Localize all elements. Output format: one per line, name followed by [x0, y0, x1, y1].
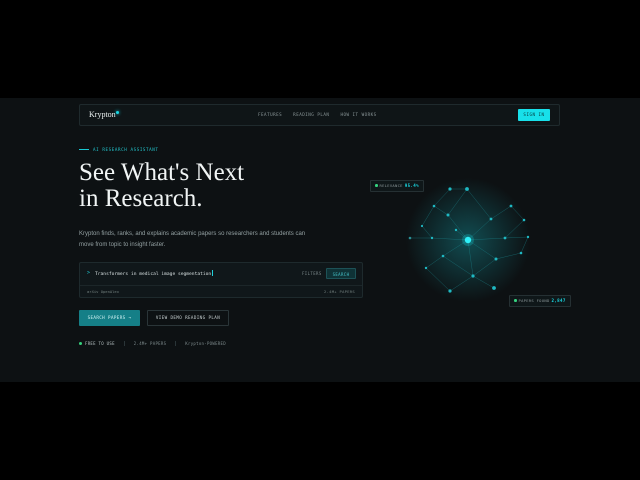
network-visualization: RELEVANCE 95.4% PAPERS FOUND 2,847: [370, 158, 571, 318]
nav-link-how-it-works[interactable]: HOW IT WORKS: [340, 112, 376, 117]
search-row: > Transformers in medical image segmenta…: [80, 263, 362, 286]
page-title: See What's Next in Research.: [79, 160, 244, 212]
nav-link-features[interactable]: FEATURES: [258, 112, 282, 117]
relevance-label: RELEVANCE: [379, 183, 403, 188]
meta-powered: Krypton-POWERED: [185, 341, 226, 346]
search-sources: arXiv OpenAlex: [87, 289, 120, 294]
headline-line-2: in Research.: [79, 185, 203, 212]
logo-dot-icon: [116, 111, 119, 114]
paper-count: 2.4M+ PAPERS: [323, 289, 355, 294]
sign-in-button[interactable]: SIGN IN: [518, 109, 550, 121]
papers-found-label: PAPERS FOUND: [518, 298, 550, 303]
meta-free: FREE TO USE: [85, 341, 115, 346]
headline-line-1: See What's Next: [79, 159, 245, 186]
hero-section: Krypton FEATURES READING PLAN HOW IT WOR…: [0, 98, 640, 382]
search-box: > Transformers in medical image segmenta…: [79, 262, 363, 298]
search-button[interactable]: SEARCH: [326, 268, 356, 279]
search-papers-button[interactable]: SEARCH PAPERS →: [79, 310, 140, 326]
divider: [123, 341, 125, 346]
status-dot-icon: [79, 342, 82, 345]
top-nav: Krypton FEATURES READING PLAN HOW IT WOR…: [79, 104, 560, 126]
view-demo-button[interactable]: VIEW DEMO READING PLAN: [147, 310, 229, 326]
center-node: [464, 236, 472, 244]
nav-link-reading-plan[interactable]: READING PLAN: [293, 112, 329, 117]
meta-row: FREE TO USE 2.4M+ PAPERS Krypton-POWERED: [79, 341, 226, 346]
status-dot-icon: [514, 299, 517, 302]
relevance-badge: RELEVANCE 95.4%: [370, 180, 424, 192]
status-dot-icon: [375, 184, 378, 187]
hero-subtitle: Krypton finds, ranks, and explains acade…: [79, 231, 306, 248]
search-input[interactable]: Transformers in medical image segmentati…: [95, 270, 214, 277]
eyebrow-line: [79, 149, 89, 150]
prompt-icon: >: [87, 270, 91, 276]
papers-found-badge: PAPERS FOUND 2,847: [509, 295, 571, 307]
relevance-value: 95.4%: [404, 183, 419, 188]
nav-links: FEATURES READING PLAN HOW IT WORKS: [258, 112, 377, 117]
logo[interactable]: Krypton: [89, 110, 116, 119]
divider: [175, 341, 177, 346]
text-caret: [212, 270, 214, 276]
search-query: Transformers in medical image segmentati…: [95, 272, 212, 277]
filters-button[interactable]: FILTERS: [302, 271, 322, 276]
papers-found-value: 2,847: [551, 298, 566, 303]
meta-papers: 2.4M+ PAPERS: [133, 341, 167, 346]
eyebrow-text: AI RESEARCH ASSISTANT: [93, 147, 159, 152]
eyebrow: AI RESEARCH ASSISTANT: [79, 147, 159, 152]
